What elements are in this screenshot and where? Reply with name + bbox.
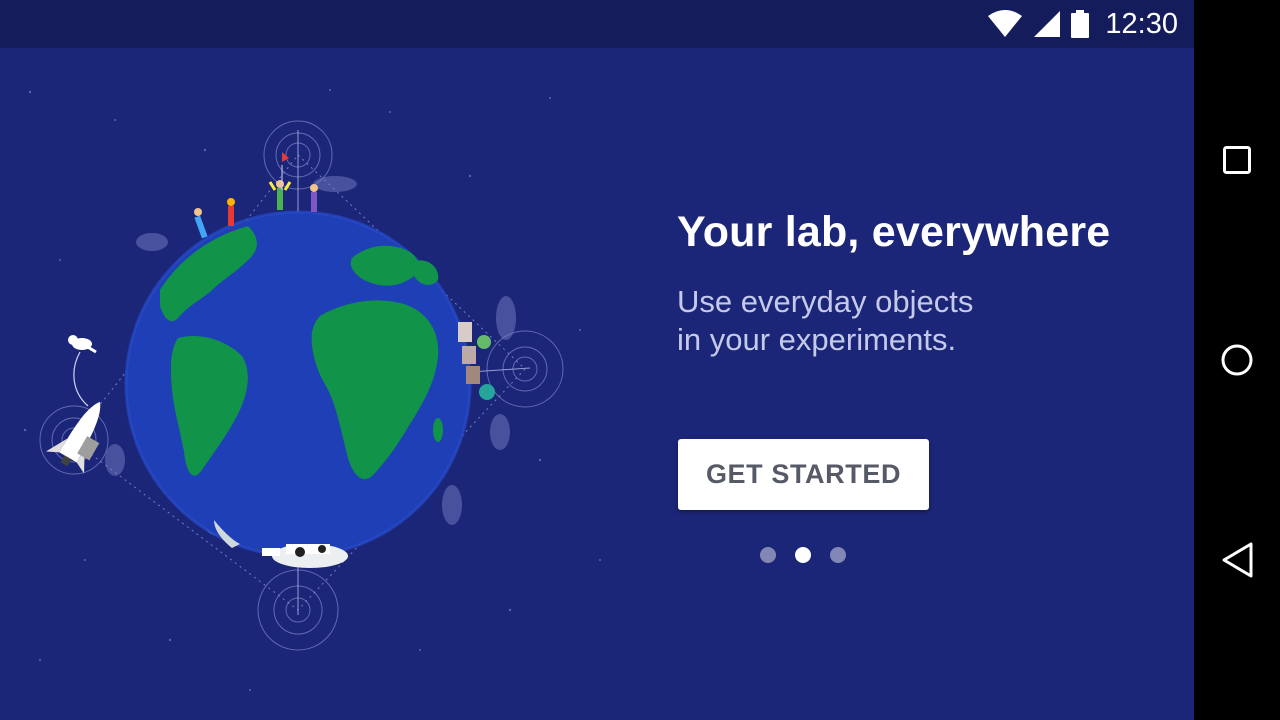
recents-square-icon <box>1223 146 1251 174</box>
home-circle-icon <box>1221 344 1253 376</box>
globe-illustration <box>23 89 601 691</box>
page-dot-3[interactable] <box>830 547 846 563</box>
onboarding-screen: 12:30 Your lab, everywhere Use everyday … <box>0 0 1194 720</box>
navigation-bar <box>1194 0 1280 720</box>
onboarding-subtitle: Use everyday objects in your experiments… <box>677 283 973 359</box>
page-dot-2-active[interactable] <box>795 547 811 563</box>
get-started-button[interactable]: GET STARTED <box>678 439 929 510</box>
back-triangle-icon <box>1222 542 1253 578</box>
home-button[interactable] <box>1215 338 1259 382</box>
page-dot-1[interactable] <box>760 547 776 563</box>
onboarding-title: Your lab, everywhere <box>677 208 1111 256</box>
clock: 12:30 <box>1105 7 1178 40</box>
subtitle-line-1: Use everyday objects <box>677 284 974 319</box>
battery-icon <box>1071 10 1090 38</box>
recents-button[interactable] <box>1215 138 1259 182</box>
back-button[interactable] <box>1215 538 1259 582</box>
subtitle-line-2: in your experiments. <box>677 322 957 357</box>
page-indicator <box>760 547 846 563</box>
status-bar: 12:30 <box>0 0 1194 48</box>
wifi-icon <box>988 10 1023 37</box>
status-icons: 12:30 <box>987 0 1178 48</box>
cell-signal-icon <box>1034 11 1061 37</box>
